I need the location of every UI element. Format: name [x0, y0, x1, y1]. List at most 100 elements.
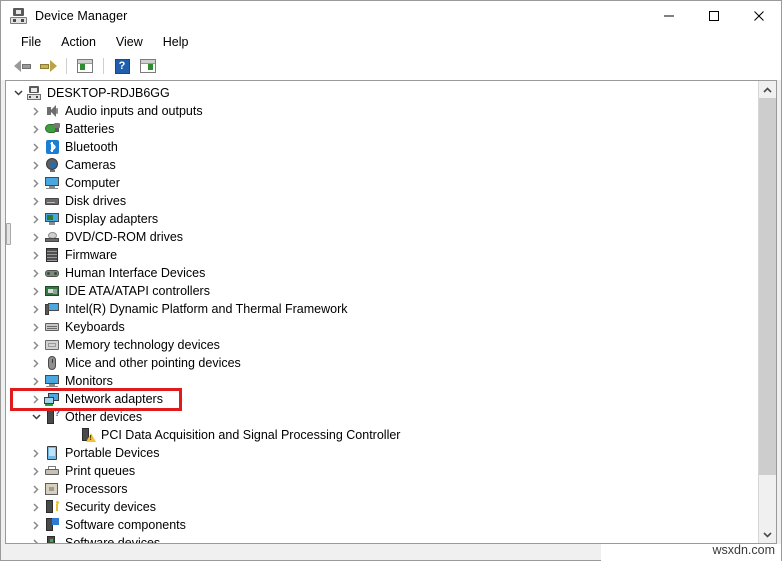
tree-item-label: Batteries	[65, 121, 114, 137]
expand-toggle-collapsed[interactable]	[28, 516, 44, 534]
expand-toggle-collapsed[interactable]	[28, 102, 44, 120]
expand-toggle-collapsed[interactable]	[28, 498, 44, 516]
expand-toggle-collapsed[interactable]	[28, 156, 44, 174]
tree-item-keyboards[interactable]: Keyboards	[6, 318, 758, 336]
tree-item-bluetooth[interactable]: Bluetooth	[6, 138, 758, 156]
portable-device-icon	[44, 445, 60, 461]
tree-item-firmware[interactable]: Firmware	[6, 246, 758, 264]
dvd-drive-icon	[44, 229, 60, 245]
software-device-icon	[44, 535, 60, 543]
tree-item-label: Human Interface Devices	[65, 265, 205, 281]
scrollbar-thumb[interactable]	[759, 98, 776, 475]
menu-item-view[interactable]: View	[106, 32, 153, 52]
chevron-right-icon	[33, 341, 39, 350]
expand-toggle-collapsed[interactable]	[28, 120, 44, 138]
minimize-button[interactable]	[646, 1, 691, 31]
menu-item-action[interactable]: Action	[51, 32, 106, 52]
tree-item-memory-technology-devices[interactable]: Memory technology devices	[6, 336, 758, 354]
forward-button[interactable]	[35, 55, 61, 77]
keyboard-icon	[44, 319, 60, 335]
tree-item-label: Firmware	[65, 247, 117, 263]
scroll-up-button[interactable]	[759, 81, 776, 98]
tree-item-label: Keyboards	[65, 319, 125, 335]
scrollbar-track[interactable]	[759, 98, 776, 526]
tree-item-label: Software components	[65, 517, 186, 533]
tree-item-processors[interactable]: Processors	[6, 480, 758, 498]
expand-toggle-collapsed[interactable]	[28, 336, 44, 354]
tree-item-label: Software devices	[65, 535, 160, 543]
tree-item-root[interactable]: DESKTOP-RDJB6GG	[6, 84, 758, 102]
menu-bar: File Action View Help	[1, 31, 781, 53]
expand-toggle-collapsed[interactable]	[28, 174, 44, 192]
window-title: Device Manager	[35, 9, 127, 23]
tree-item-cameras[interactable]: Cameras	[6, 156, 758, 174]
close-button[interactable]	[736, 1, 781, 31]
scan-hardware-button[interactable]	[135, 55, 161, 77]
expand-toggle-expanded[interactable]	[28, 408, 44, 426]
tree-item-label: Audio inputs and outputs	[65, 103, 203, 119]
expand-toggle-collapsed[interactable]	[28, 390, 44, 408]
watermark: wsxdn.com	[712, 543, 775, 557]
tree-item-computer[interactable]: Computer	[6, 174, 758, 192]
help-button[interactable]: ?	[109, 55, 135, 77]
chevron-right-icon	[33, 179, 39, 188]
tree-item-network-adapters[interactable]: Network adapters	[6, 390, 758, 408]
expand-toggle-collapsed[interactable]	[28, 300, 44, 318]
tree-item-other-devices[interactable]: ?Other devices	[6, 408, 758, 426]
expand-toggle-collapsed[interactable]	[28, 480, 44, 498]
expand-toggle-collapsed[interactable]	[28, 210, 44, 228]
menu-item-help[interactable]: Help	[153, 32, 199, 52]
tree-item-ide-ata-atapi-controllers[interactable]: IDE ATA/ATAPI controllers	[6, 282, 758, 300]
display-adapter-icon	[44, 211, 60, 227]
expand-toggle-collapsed[interactable]	[28, 264, 44, 282]
chevron-right-icon	[33, 503, 39, 512]
tree-item-label: Intel(R) Dynamic Platform and Thermal Fr…	[65, 301, 347, 317]
tree-item-security-devices[interactable]: Security devices	[6, 498, 758, 516]
chevron-right-icon	[33, 449, 39, 458]
device-manager-icon	[10, 8, 27, 25]
tree-item-audio-inputs-and-outputs[interactable]: Audio inputs and outputs	[6, 102, 758, 120]
tree-item-label: DESKTOP-RDJB6GG	[47, 85, 170, 101]
tree-item-dvd-cd-rom-drives[interactable]: DVD/CD-ROM drives	[6, 228, 758, 246]
scroll-down-button[interactable]	[759, 526, 776, 543]
tree-item-software-components[interactable]: Software components	[6, 516, 758, 534]
tree-item-portable-devices[interactable]: Portable Devices	[6, 444, 758, 462]
tree-item-software-devices[interactable]: Software devices	[6, 534, 758, 543]
expand-toggle-collapsed[interactable]	[28, 462, 44, 480]
expand-toggle-expanded[interactable]	[10, 84, 26, 102]
speaker-icon	[44, 103, 60, 119]
tree-item-pci-data-acquisition-and-signal-processi[interactable]: PCI Data Acquisition and Signal Processi…	[6, 426, 758, 444]
expand-toggle-collapsed[interactable]	[28, 228, 44, 246]
tree-item-label: Cameras	[65, 157, 116, 173]
expand-toggle-collapsed[interactable]	[28, 282, 44, 300]
computer-icon	[26, 85, 42, 101]
tree-item-monitors[interactable]: Monitors	[6, 372, 758, 390]
back-button[interactable]	[9, 55, 35, 77]
toolbar: ?	[1, 53, 781, 80]
expand-toggle-collapsed[interactable]	[28, 246, 44, 264]
tree-item-batteries[interactable]: Batteries	[6, 120, 758, 138]
tree-item-mice-and-other-pointing-devices[interactable]: Mice and other pointing devices	[6, 354, 758, 372]
expand-toggle-collapsed[interactable]	[28, 444, 44, 462]
menu-item-file[interactable]: File	[11, 32, 51, 52]
tree-item-label: Security devices	[65, 499, 156, 515]
tree-item-human-interface-devices[interactable]: Human Interface Devices	[6, 264, 758, 282]
expand-toggle-collapsed[interactable]	[28, 354, 44, 372]
tree-item-disk-drives[interactable]: Disk drives	[6, 192, 758, 210]
tree-item-print-queues[interactable]: Print queues	[6, 462, 758, 480]
processor-icon	[44, 481, 60, 497]
expand-toggle-collapsed[interactable]	[28, 318, 44, 336]
tree-scrollbar[interactable]	[758, 81, 776, 543]
expand-toggle-collapsed[interactable]	[28, 192, 44, 210]
maximize-button[interactable]	[691, 1, 736, 31]
tree-item-intel-r-dynamic-platform-and-thermal-fra[interactable]: Intel(R) Dynamic Platform and Thermal Fr…	[6, 300, 758, 318]
expand-toggle-collapsed[interactable]	[28, 138, 44, 156]
properties-button[interactable]	[72, 55, 98, 77]
tree-item-display-adapters[interactable]: Display adapters	[6, 210, 758, 228]
scan-hardware-icon	[140, 59, 156, 73]
expand-toggle-collapsed[interactable]	[28, 534, 44, 543]
chevron-right-icon	[33, 287, 39, 296]
expand-toggle-collapsed[interactable]	[28, 372, 44, 390]
tree-item-label: Other devices	[65, 409, 142, 425]
device-tree[interactable]: DESKTOP-RDJB6GG Audio inputs and outputs B…	[6, 81, 758, 543]
